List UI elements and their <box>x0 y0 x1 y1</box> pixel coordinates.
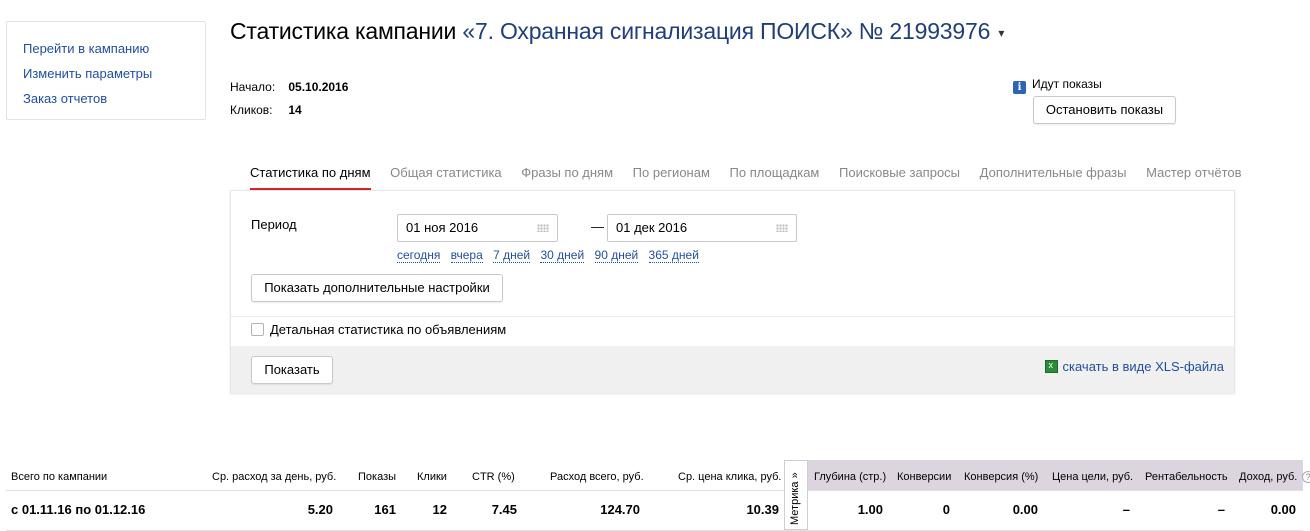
show-advanced-settings-button[interactable]: Показать дополнительные настройки <box>251 274 503 302</box>
metrika-label: Метрика » <box>789 472 801 525</box>
header-goal-cost: Цена цели, руб. <box>1052 471 1134 483</box>
xls-download-link[interactable]: скачать в виде XLS-файла <box>1063 359 1225 374</box>
range-365days-link[interactable]: 365 дней <box>648 248 699 263</box>
tab-placements[interactable]: По площадкам <box>730 165 820 188</box>
header-conversions: Конверсии <box>897 471 952 483</box>
date-from-value: 01 ноя 2016 <box>406 220 479 235</box>
tab-phrases-by-day[interactable]: Фразы по дням <box>521 165 613 188</box>
header-impressions: Показы <box>358 471 397 483</box>
cell-avg-cpc: 10.39 <box>746 502 779 517</box>
status-text: Идут показы <box>1032 77 1102 91</box>
header-revenue: Доход, руб. <box>1239 471 1298 483</box>
xls-download[interactable]: скачать в виде XLS-файла <box>1044 359 1225 374</box>
title-prefix: Статистика кампании <box>230 18 457 44</box>
header-total-spend: Расход всего, руб. <box>550 471 644 483</box>
header-divider <box>6 490 1303 491</box>
clicks-value: 14 <box>288 103 302 117</box>
date-to-input[interactable]: 01 дек 2016 <box>607 214 797 242</box>
cell-total-spend: 124.70 <box>600 502 640 517</box>
header-total: Всего по кампании <box>11 471 108 483</box>
sidebar-nav: Перейти в кампанию Изменить параметры За… <box>6 21 206 120</box>
metrika-toggle[interactable]: Метрика » <box>784 460 808 530</box>
cell-revenue: 0.00 <box>1270 502 1296 517</box>
edit-params-link[interactable]: Изменить параметры <box>23 61 205 86</box>
cell-profitability: – <box>1217 502 1225 517</box>
cell-depth: 1.00 <box>857 502 883 517</box>
cell-impressions: 161 <box>374 502 396 517</box>
filter-panel: Период 01 ноя 2016 — 01 дек 2016 сегодня… <box>230 190 1235 393</box>
cell-avg-daily-spend: 5.20 <box>307 502 333 517</box>
order-reports-link[interactable]: Заказ отчетов <box>23 86 205 111</box>
cell-goal-cost: – <box>1122 502 1130 517</box>
date-range-dash: — <box>591 219 604 234</box>
tab-extra-phrases[interactable]: Дополнительные фразы <box>980 165 1127 188</box>
panel-footer: Показать скачать в виде XLS-файла <box>231 346 1234 393</box>
header-profitability: Рентабельность <box>1145 471 1228 483</box>
chevron-down-icon[interactable]: ▾ <box>998 26 1004 40</box>
show-button[interactable]: Показать <box>251 356 333 384</box>
cell-ctr: 7.45 <box>491 502 517 517</box>
campaign-status: i Идут показы <box>1013 77 1102 94</box>
cell-clicks: 12 <box>432 502 447 517</box>
range-yesterday-link[interactable]: вчера <box>450 248 483 263</box>
quick-ranges: сегодня вчера 7 дней 30 дней 90 дней 365… <box>397 248 706 263</box>
date-from-input[interactable]: 01 ноя 2016 <box>397 214 558 242</box>
header-avg-cpc: Ср. цена клика, руб. <box>678 471 782 483</box>
header-ctr: CTR (%) <box>472 471 515 483</box>
range-7days-link[interactable]: 7 дней <box>493 248 531 263</box>
tab-general-stats[interactable]: Общая статистика <box>390 165 502 188</box>
detail-stats-checkbox[interactable] <box>251 323 264 336</box>
tab-report-wizard[interactable]: Мастер отчётов <box>1146 165 1241 188</box>
excel-icon <box>1044 360 1058 373</box>
range-30days-link[interactable]: 30 дней <box>540 248 585 263</box>
tab-daily-stats[interactable]: Статистика по дням <box>250 165 371 190</box>
header-depth: Глубина (стр.) <box>814 471 887 483</box>
calendar-icon[interactable] <box>537 224 549 232</box>
date-to-value: 01 дек 2016 <box>616 220 688 235</box>
report-tabs: Статистика по дням Общая статистика Фраз… <box>250 165 1242 190</box>
header-conversion-rate: Конверсия (%) <box>964 471 1039 483</box>
page-title: Статистика кампании «7. Охранная сигнали… <box>230 18 1004 45</box>
header-clicks: Клики <box>417 471 447 483</box>
detail-stats-label: Детальная статистика по объявлениям <box>270 322 507 337</box>
start-label: Начало: <box>230 80 276 94</box>
divider <box>231 316 1234 317</box>
cell-period: с 01.11.16 по 01.12.16 <box>11 502 146 517</box>
calendar-icon[interactable] <box>776 224 788 232</box>
start-value: 05.10.2016 <box>288 80 349 94</box>
range-today-link[interactable]: сегодня <box>397 248 441 263</box>
header-avg-daily-spend: Ср. расход за день, руб. <box>212 471 337 483</box>
detail-stats-option[interactable]: Детальная статистика по объявлениям <box>251 322 506 337</box>
help-icon[interactable]: ? <box>1302 471 1310 483</box>
start-date: Начало: 05.10.2016 <box>230 80 348 94</box>
tab-search-queries[interactable]: Поисковые запросы <box>839 165 960 188</box>
cell-conversion-rate: 0.00 <box>1012 502 1038 517</box>
clicks-label: Кликов: <box>230 103 273 117</box>
period-label: Период <box>251 217 297 232</box>
campaign-selector[interactable]: «7. Охранная сигнализация ПОИСК» № 21993… <box>462 18 990 44</box>
info-icon: i <box>1013 81 1026 94</box>
clicks-count: Кликов: 14 <box>230 103 302 117</box>
go-to-campaign-link[interactable]: Перейти в кампанию <box>23 36 205 61</box>
stop-impressions-button[interactable]: Остановить показы <box>1033 96 1176 124</box>
range-90days-link[interactable]: 90 дней <box>594 248 639 263</box>
cell-conversions: 0 <box>942 502 950 517</box>
tab-regions[interactable]: По регионам <box>633 165 710 188</box>
